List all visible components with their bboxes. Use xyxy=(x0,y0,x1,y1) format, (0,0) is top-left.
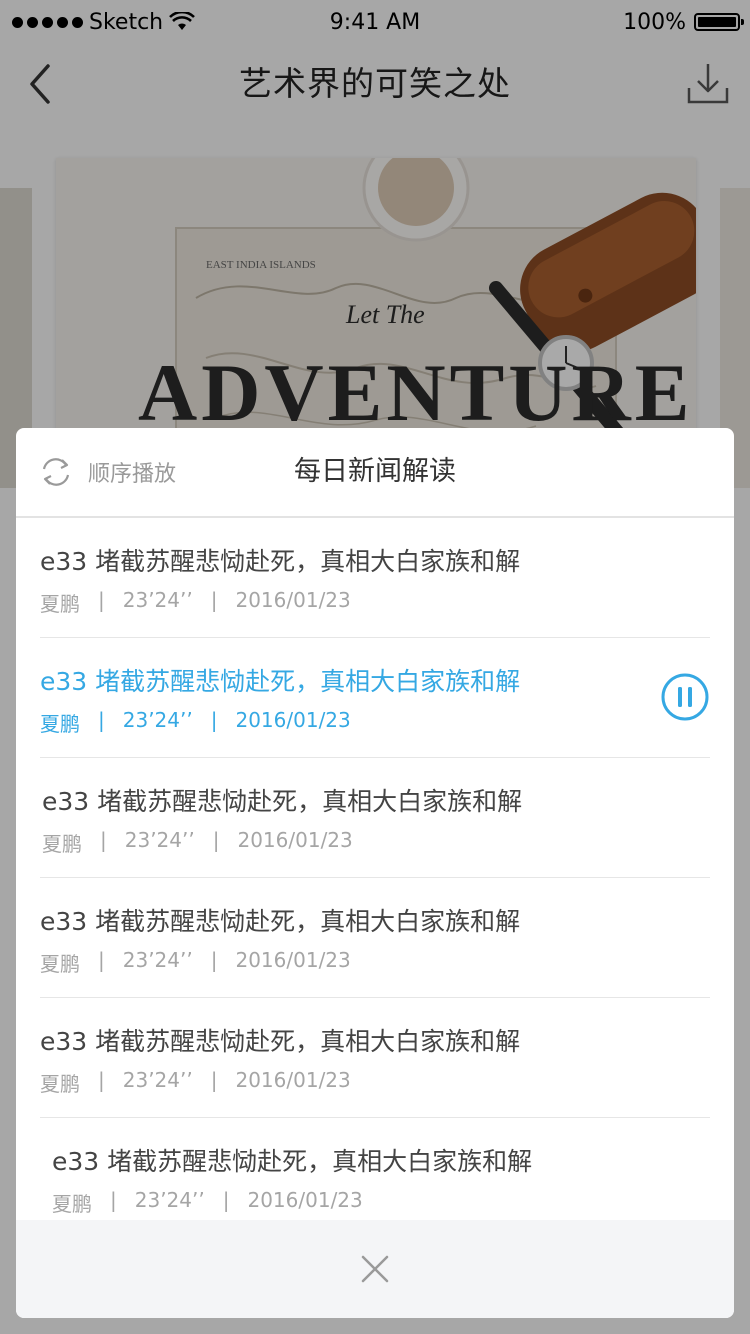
playlist-item[interactable]: e33 堵截苏醒悲恸赴死，真相大白家族和解 夏鹏 | 23’24’’ | 201… xyxy=(16,998,734,1118)
playlist-item[interactable]: e33 堵截苏醒悲恸赴死，真相大白家族和解 夏鹏 | 23’24’’ | 201… xyxy=(16,518,734,638)
episode-meta: 夏鹏 | 23’24’’ | 2016/01/23 xyxy=(52,1188,363,1217)
episode-date: 2016/01/23 xyxy=(235,948,351,972)
episode-meta: 夏鹏 | 23’24’’ | 2016/01/23 xyxy=(40,708,351,737)
meta-separator: | xyxy=(110,1188,117,1212)
meta-separator: | xyxy=(98,948,105,972)
meta-separator: | xyxy=(222,1188,230,1212)
episode-duration: 23’24’’ xyxy=(134,1188,205,1212)
episode-title: e33 堵截苏醒悲恸赴死，真相大白家族和解 xyxy=(40,907,521,936)
episode-duration: 23’24’’ xyxy=(124,828,195,852)
episode-duration: 23’24’’ xyxy=(122,708,193,732)
episode-date: 2016/01/23 xyxy=(235,588,351,612)
episode-author: 夏鹏 xyxy=(40,952,80,976)
meta-separator: | xyxy=(98,708,105,732)
meta-separator: | xyxy=(100,828,107,852)
meta-separator: | xyxy=(98,1068,105,1092)
episode-meta: 夏鹏 | 23’24’’ | 2016/01/23 xyxy=(42,828,353,857)
playlist-item[interactable]: e33 堵截苏醒悲恸赴死，真相大白家族和解 夏鹏 | 23’24’’ | 201… xyxy=(16,878,734,998)
episode-title: e33 堵截苏醒悲恸赴死，真相大白家族和解 xyxy=(40,547,521,576)
episode-author: 夏鹏 xyxy=(40,712,80,736)
playlist-item[interactable]: e33 堵截苏醒悲恸赴死，真相大白家族和解 夏鹏 | 23’24’’ | 201… xyxy=(16,758,734,878)
meta-separator: | xyxy=(210,948,218,972)
playlist-title: 每日新闻解读 xyxy=(294,456,456,487)
episode-date: 2016/01/23 xyxy=(237,828,353,852)
playlist-item-active[interactable]: e33 堵截苏醒悲恸赴死，真相大白家族和解 夏鹏 | 23’24’’ | 201… xyxy=(16,638,734,758)
episode-title: e33 堵截苏醒悲恸赴死，真相大白家族和解 xyxy=(42,787,523,816)
episode-date: 2016/01/23 xyxy=(247,1188,363,1212)
episode-date: 2016/01/23 xyxy=(235,1068,351,1092)
episode-author: 夏鹏 xyxy=(52,1192,92,1216)
episode-meta: 夏鹏 | 23’24’’ | 2016/01/23 xyxy=(40,588,351,617)
playlist-header: 顺序播放 每日新闻解读 xyxy=(16,428,734,518)
meta-separator: | xyxy=(210,1068,218,1092)
close-icon[interactable] xyxy=(355,1249,395,1289)
meta-separator: | xyxy=(210,588,218,612)
pause-icon[interactable] xyxy=(660,672,710,722)
episode-duration: 23’24’’ xyxy=(122,948,193,972)
episode-date: 2016/01/23 xyxy=(235,708,351,732)
meta-separator: | xyxy=(98,588,105,612)
meta-separator: | xyxy=(210,708,218,732)
episode-author: 夏鹏 xyxy=(40,1072,80,1096)
episode-title: e33 堵截苏醒悲恸赴死，真相大白家族和解 xyxy=(40,667,521,696)
playlist-sheet: 顺序播放 每日新闻解读 e33 堵截苏醒悲恸赴死，真相大白家族和解 夏鹏 | 2… xyxy=(16,428,734,1318)
episode-meta: 夏鹏 | 23’24’’ | 2016/01/23 xyxy=(40,1068,351,1097)
episode-meta: 夏鹏 | 23’24’’ | 2016/01/23 xyxy=(40,948,351,977)
playlist-footer xyxy=(16,1220,734,1318)
episode-title: e33 堵截苏醒悲恸赴死，真相大白家族和解 xyxy=(40,1027,521,1056)
playlist: e33 堵截苏醒悲恸赴死，真相大白家族和解 夏鹏 | 23’24’’ | 201… xyxy=(16,518,734,1238)
episode-author: 夏鹏 xyxy=(40,592,80,616)
episode-title: e33 堵截苏醒悲恸赴死，真相大白家族和解 xyxy=(52,1147,533,1176)
episode-duration: 23’24’’ xyxy=(122,588,193,612)
episode-duration: 23’24’’ xyxy=(122,1068,193,1092)
meta-separator: | xyxy=(212,828,220,852)
episode-author: 夏鹏 xyxy=(42,832,82,856)
